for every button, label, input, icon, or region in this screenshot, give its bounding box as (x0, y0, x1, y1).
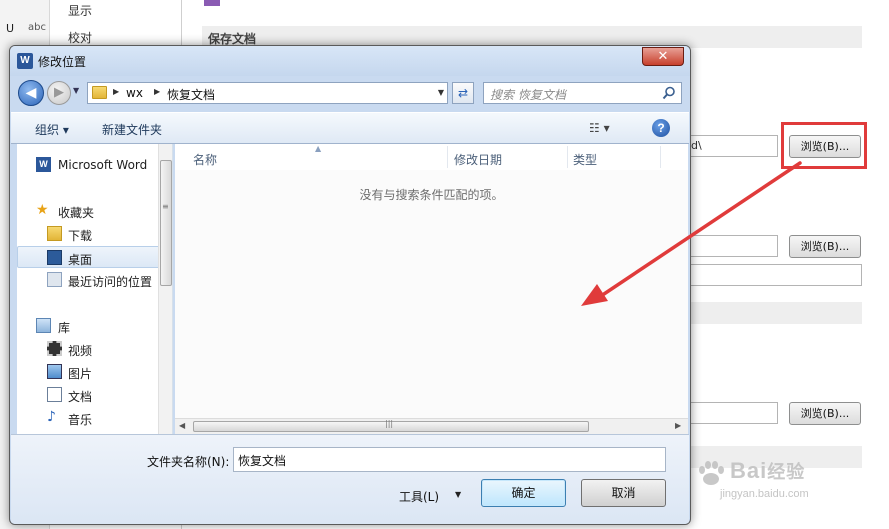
autorecover-path-field[interactable]: d\ (686, 135, 778, 157)
ok-button[interactable]: 确定 (481, 479, 566, 507)
column-type[interactable]: 类型 (573, 151, 597, 168)
nav-label: 视频 (68, 344, 93, 358)
options-nav-display[interactable]: 显示 (68, 2, 92, 19)
browse-button-default[interactable]: 浏览(B)... (789, 235, 861, 258)
drafts-location-field[interactable] (686, 402, 778, 424)
server-drafts-field[interactable] (686, 264, 862, 286)
dialog-title: 修改位置 (38, 55, 87, 69)
scroll-grip-icon: ≡ (162, 202, 169, 211)
breadcrumb-wx[interactable]: wx (126, 86, 143, 100)
back-arrow-icon[interactable]: ◀ (18, 80, 44, 106)
scroll-left-icon[interactable]: ◀ (179, 421, 185, 430)
dialog-footer: 文件夹名称(N): 恢复文档 工具(L) ▼ 确定 取消 (11, 434, 689, 524)
column-divider[interactable] (567, 146, 568, 168)
watermark-brand-cn: 经验 (767, 462, 806, 483)
nav-item-videos[interactable]: 视频 (17, 338, 163, 360)
close-button[interactable]: ✕ (642, 47, 684, 66)
nav-item-microsoft-word[interactable]: W Microsoft Word (17, 154, 163, 176)
file-list[interactable]: ▲ 名称 修改日期 类型 没有与搜索条件匹配的项。 (175, 144, 688, 420)
highlight-box (781, 122, 867, 169)
column-divider[interactable] (447, 146, 448, 168)
address-bar[interactable]: ▶ wx ▶ 恢复文档 ▼ (87, 82, 448, 104)
picture-icon (47, 364, 62, 379)
nav-label: 桌面 (68, 253, 93, 267)
breadcrumb-current[interactable]: 恢复文档 (167, 86, 215, 103)
watermark-brand: Bai经验 (730, 458, 805, 484)
folder-icon (92, 86, 107, 99)
search-placeholder: 搜索 恢复文档 (490, 88, 566, 102)
nav-label: 最近访问的位置 (68, 275, 153, 289)
dialog-titlebar[interactable]: W 修改位置 ✕ (10, 46, 690, 76)
baidu-watermark: Bai经验 jingyan.baidu.com (690, 458, 880, 518)
nav-label: 收藏夹 (58, 206, 95, 220)
new-folder-button[interactable]: 新建文件夹 (102, 121, 162, 138)
sort-ascending-icon: ▲ (315, 144, 322, 153)
nav-item-recent-places[interactable]: 最近访问的位置 (17, 269, 163, 291)
tools-button[interactable]: 工具(L) (399, 488, 439, 505)
forward-arrow-icon[interactable]: ▶ (47, 81, 71, 105)
nav-label: 音乐 (68, 413, 93, 427)
options-icon (204, 0, 220, 6)
desktop-icon (47, 250, 62, 265)
nav-item-favorites[interactable]: ★ 收藏夹 (17, 200, 163, 222)
watermark-brand-latin: Bai (730, 458, 768, 483)
nav-label: 图片 (68, 367, 93, 381)
options-nav-proofing[interactable]: 校对 (68, 29, 92, 46)
scroll-right-icon[interactable]: ▶ (675, 421, 681, 430)
column-name[interactable]: 名称 (193, 151, 217, 168)
word-icon: W (36, 157, 51, 172)
breadcrumb-arrow-icon[interactable]: ▶ (154, 87, 160, 96)
command-toolbar: 组织 ▾ 新建文件夹 ☷ ▾ ? (11, 112, 689, 144)
cancel-button[interactable]: 取消 (581, 479, 666, 507)
watermark-url: jingyan.baidu.com (720, 488, 809, 500)
address-dropdown-icon[interactable]: ▼ (438, 88, 444, 97)
nav-scroll-thumb[interactable] (160, 160, 172, 286)
downloads-folder-icon (47, 226, 62, 241)
strikethrough-icon: abc (28, 22, 46, 33)
organize-button[interactable]: 组织 ▾ (35, 121, 69, 138)
document-icon (47, 387, 62, 402)
nav-label: 下载 (68, 229, 93, 243)
navigation-pane: W Microsoft Word ★ 收藏夹 下载 桌面 最近访问的位置 库 视… (17, 144, 173, 434)
nav-label: Microsoft Word (58, 158, 148, 172)
horizontal-scrollbar[interactable]: ◀ ||| ▶ (175, 418, 688, 434)
nav-item-downloads[interactable]: 下载 (17, 223, 163, 245)
refresh-icon[interactable]: ⇄ (452, 82, 474, 104)
nav-scrollbar[interactable]: ≡ (158, 144, 172, 434)
history-dropdown-icon[interactable]: ▼ (73, 86, 83, 98)
paw-icon (699, 461, 724, 485)
recent-places-icon (47, 272, 62, 287)
breadcrumb-arrow-icon[interactable]: ▶ (113, 87, 119, 96)
folder-name-label: 文件夹名称(N): (147, 455, 230, 469)
folder-name-input[interactable]: 恢复文档 (233, 447, 666, 472)
nav-label: 库 (58, 321, 71, 335)
video-icon (47, 341, 62, 356)
column-headers: ▲ 名称 修改日期 类型 (175, 144, 688, 170)
search-input[interactable]: 搜索 恢复文档 (483, 82, 682, 104)
nav-label: 文档 (68, 390, 93, 404)
star-icon: ★ (36, 202, 49, 218)
nav-item-music[interactable]: ♪ 音乐 (17, 407, 163, 429)
change-location-dialog: W 修改位置 ✕ ◀ ▶ ▼ ▶ wx ▶ 恢复文档 ▼ ⇄ 搜索 恢复文档 组… (9, 45, 691, 525)
scroll-grip-icon: ||| (385, 419, 394, 428)
address-row: ◀ ▶ ▼ ▶ wx ▶ 恢复文档 ▼ ⇄ 搜索 恢复文档 (10, 76, 690, 112)
column-date-modified[interactable]: 修改日期 (454, 151, 502, 168)
default-location-field[interactable] (686, 235, 778, 257)
nav-item-desktop[interactable]: 桌面 (17, 246, 163, 268)
underline-icon: U (6, 22, 15, 35)
help-icon[interactable]: ? (652, 119, 670, 137)
nav-item-documents[interactable]: 文档 (17, 384, 163, 406)
view-options-icon[interactable]: ☷ ▾ (589, 121, 610, 135)
empty-message: 没有与搜索条件匹配的项。 (359, 188, 504, 202)
music-icon: ♪ (47, 409, 56, 425)
nav-item-pictures[interactable]: 图片 (17, 361, 163, 383)
word-app-icon: W (17, 53, 33, 69)
browse-button-drafts[interactable]: 浏览(B)... (789, 402, 861, 425)
library-icon (36, 318, 51, 333)
search-icon[interactable] (662, 86, 676, 100)
tools-dropdown-icon[interactable]: ▼ (455, 490, 461, 499)
column-divider[interactable] (660, 146, 661, 168)
nav-item-libraries[interactable]: 库 (17, 315, 163, 337)
